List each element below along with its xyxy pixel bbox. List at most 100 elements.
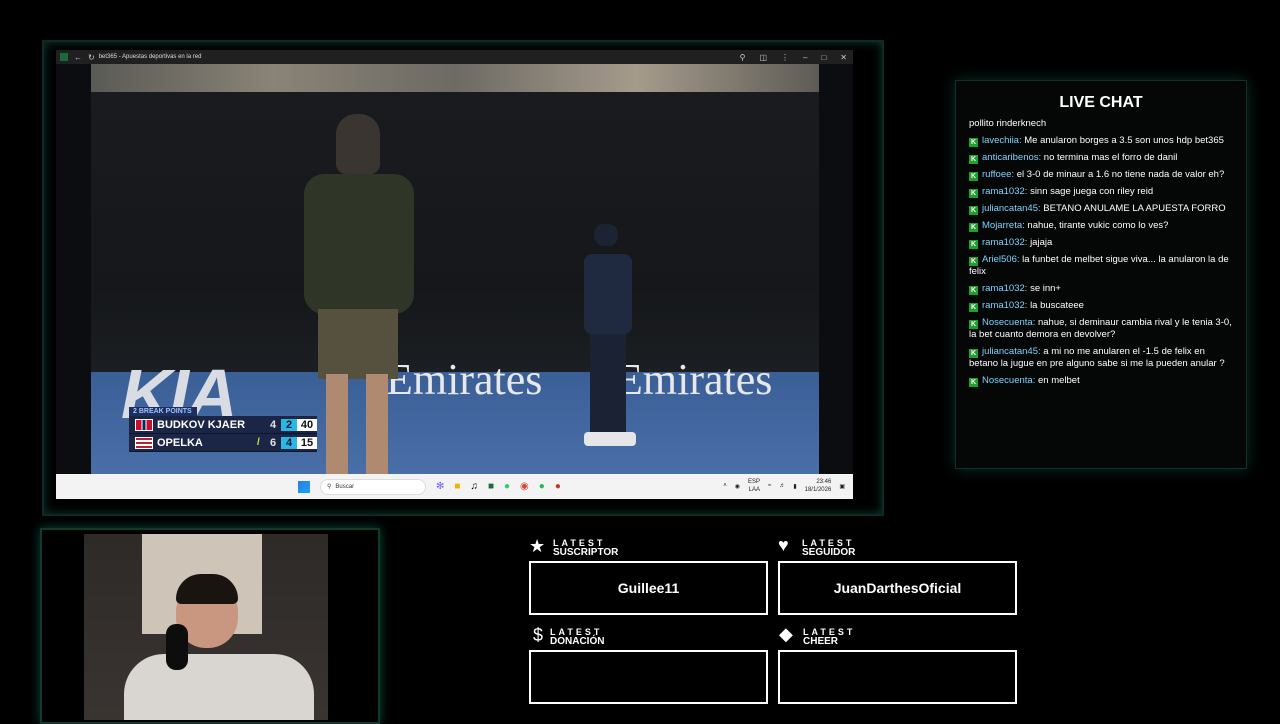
chat-title: LIVE CHAT bbox=[1059, 94, 1143, 111]
battery-icon[interactable]: ▮ bbox=[793, 483, 796, 490]
clock[interactable]: 23:46 18/1/2026 bbox=[805, 478, 832, 494]
player-name: OPELKA bbox=[157, 436, 203, 449]
latest-follower-box: JuanDarthesOficial bbox=[778, 561, 1017, 615]
taskbar-search[interactable]: ⚲ Buscar bbox=[320, 478, 426, 495]
extensions-icon[interactable]: ◫ bbox=[759, 53, 767, 62]
crowd-background bbox=[91, 64, 819, 92]
diamond-icon: ◆ bbox=[779, 624, 793, 644]
point-score: 15 bbox=[297, 436, 317, 449]
player-name: BUDKOV KJAER bbox=[157, 418, 246, 431]
chat-message: K Ariel506: la funbet de melbet sigue viv… bbox=[969, 254, 1229, 277]
norway-flag-icon bbox=[135, 418, 153, 431]
chat-message: K Nosecuenta: en melbet bbox=[969, 375, 1080, 387]
scoreboard-header: 2 BREAK POINTS bbox=[129, 407, 197, 416]
kick-badge-icon: K bbox=[969, 303, 978, 312]
maximize-button[interactable]: □ bbox=[821, 53, 826, 62]
kick-badge-icon: K bbox=[969, 240, 978, 249]
chat-message: pollito rinderknech bbox=[969, 118, 1234, 130]
clock-date: 18/1/2026 bbox=[804, 487, 832, 493]
microphone-icon[interactable]: ◉ bbox=[735, 483, 740, 490]
zoom-icon[interactable]: ⚲ bbox=[740, 53, 746, 62]
live-chat-panel: LIVE CHAT pollito rinderknech Klavechiia… bbox=[955, 80, 1247, 469]
chat-message: Krama1032: la buscateee bbox=[969, 300, 1084, 312]
windows-taskbar: ⚲ Buscar ✻ ■ ♫ ■ ● ◉ ● ● ˄ ◉ ESP LAA ≈ ♬… bbox=[56, 474, 853, 499]
minimize-button[interactable]: – bbox=[803, 53, 807, 62]
chat-username: rama1032 bbox=[982, 300, 1025, 311]
chat-username: Mojarreta bbox=[982, 220, 1023, 231]
menu-icon[interactable]: ⋮ bbox=[781, 53, 789, 62]
chat-username: juliancatan45 bbox=[982, 346, 1038, 357]
clock-time: 23:46 bbox=[816, 479, 832, 485]
back-button[interactable]: ← bbox=[74, 53, 82, 62]
chevron-up-icon[interactable]: ˄ bbox=[723, 483, 727, 489]
bet365-app-icon[interactable]: ■ bbox=[488, 481, 494, 492]
latest-donation-box bbox=[529, 650, 768, 704]
microphone bbox=[166, 624, 188, 670]
file-explorer-icon[interactable]: ■ bbox=[454, 481, 460, 492]
chat-text: Me anularon borges a 3.5 son unos hdp be… bbox=[1024, 135, 1224, 146]
chat-message: Kjuliancatan45: BETANO ANULAME LA APUEST… bbox=[969, 203, 1226, 215]
chat-username: ruffoee bbox=[982, 169, 1012, 180]
latest-donation-label: LATEST DONACIÓN bbox=[550, 627, 605, 647]
latest-follower-value: JuanDarthesOficial bbox=[833, 580, 962, 596]
latest-cheer-label: LATEST CHEER bbox=[803, 627, 856, 647]
chat-message: K Nosecuenta: nahue, si deminaur cambia r… bbox=[969, 317, 1232, 340]
video-stream[interactable]: KIA Emirates Emirates 2 BREAK POINTS BUD… bbox=[56, 64, 853, 474]
language-indicator[interactable]: ESP LAA bbox=[748, 478, 760, 494]
chat-text: la buscateee bbox=[1030, 300, 1084, 311]
chat-message: Kanticaribenos: no termina mas el forro … bbox=[969, 152, 1178, 164]
chat-text: BETANO ANULAME LA APUESTA FORRO bbox=[1043, 203, 1226, 214]
chat-first-line: pollito rinderknech bbox=[969, 118, 1047, 129]
kick-badge-icon: K bbox=[969, 206, 978, 215]
set-score: 6 bbox=[269, 436, 277, 449]
spotify-icon[interactable]: ● bbox=[539, 481, 545, 492]
chat-username: Ariel506 bbox=[982, 254, 1017, 265]
browser-title: bet365 - Apuestas deportivas en la red bbox=[98, 54, 202, 60]
chat-text: sinn sage juega con riley reid bbox=[1030, 186, 1154, 197]
chat-message: Krama1032: sinn sage juega con riley rei… bbox=[969, 186, 1154, 198]
reload-button[interactable]: ↻ bbox=[88, 53, 95, 62]
lang-top: ESP bbox=[748, 479, 761, 485]
latest-subscriber-value: Guillee11 bbox=[617, 580, 680, 596]
kick-badge-icon: K bbox=[969, 286, 978, 295]
lang-bottom: LAA bbox=[748, 487, 761, 493]
kick-badge-icon: K bbox=[969, 320, 978, 329]
scoreboard-row-player2: OPELKA / 6 4 15 bbox=[129, 434, 317, 452]
volume-icon[interactable]: ♬ bbox=[779, 483, 785, 489]
game-score: 4 bbox=[281, 436, 297, 449]
chat-username: rama1032 bbox=[982, 283, 1025, 294]
chat-username: Nosecuenta bbox=[982, 375, 1033, 386]
chat-message: Krama1032: se inn+ bbox=[969, 283, 1061, 295]
chat-message: K Mojarreta: nahue, tirante vukic como lo… bbox=[969, 220, 1169, 232]
wifi-icon[interactable]: ≈ bbox=[768, 483, 771, 489]
whatsapp-icon[interactable]: ● bbox=[504, 481, 510, 492]
latest-subscriber-label: LATEST SUSCRIPTOR bbox=[553, 538, 619, 558]
close-button[interactable]: ✕ bbox=[840, 53, 847, 62]
search-placeholder: Buscar bbox=[335, 483, 355, 490]
chat-text: se inn+ bbox=[1030, 283, 1061, 294]
latest-subscriber-box: Guillee11 bbox=[529, 561, 768, 615]
point-score: 40 bbox=[297, 418, 317, 431]
chat-message: Kruffoee: el 3-0 de minaur a 1.6 no tien… bbox=[969, 169, 1225, 181]
chat-message: Krama1032: jajaja bbox=[969, 237, 1053, 249]
kick-badge-icon: K bbox=[969, 349, 978, 358]
usa-flag-icon bbox=[135, 436, 153, 449]
ball-kid bbox=[576, 224, 646, 454]
chat-message: Kjuliancatan45: a mi no me anularen el -… bbox=[969, 346, 1225, 369]
heart-icon: ♥ bbox=[778, 535, 789, 555]
chrome-icon[interactable]: ◉ bbox=[520, 481, 529, 492]
search-icon: ⚲ bbox=[327, 484, 332, 490]
video-letterbox-right bbox=[819, 64, 853, 474]
app-icon[interactable]: ● bbox=[555, 481, 561, 492]
streamer-body bbox=[124, 654, 314, 720]
chat-username: juliancatan45 bbox=[982, 203, 1038, 214]
notifications-icon[interactable]: ▣ bbox=[839, 483, 845, 490]
tiktok-icon[interactable]: ♫ bbox=[470, 481, 478, 492]
windows-start-icon[interactable] bbox=[298, 480, 310, 493]
kick-badge-icon: K bbox=[969, 257, 978, 266]
chat-text: jajaja bbox=[1030, 237, 1053, 248]
copilot-icon[interactable]: ✻ bbox=[436, 481, 444, 492]
chat-text: en melbet bbox=[1037, 375, 1080, 386]
chat-message-list: pollito rinderknech Klavechiia: Me anula… bbox=[969, 118, 1234, 387]
game-score: 2 bbox=[281, 418, 297, 431]
